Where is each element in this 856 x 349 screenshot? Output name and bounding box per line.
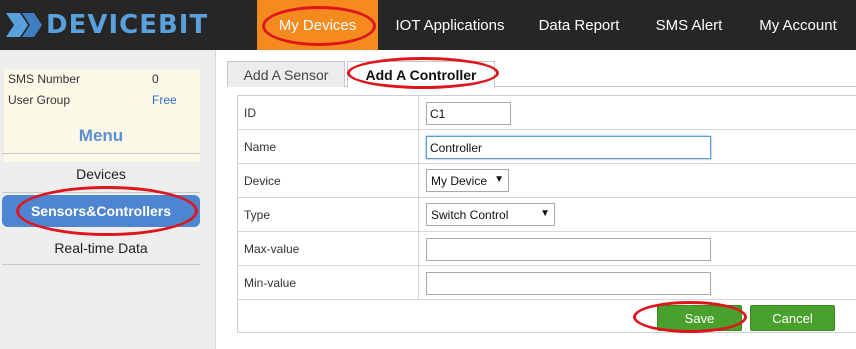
- sidebar-item-realtime-data[interactable]: Real-time Data: [2, 232, 200, 264]
- device-label: Device: [244, 174, 281, 188]
- form-row-device: Device My Device ▼: [238, 164, 856, 198]
- menu-divider: [2, 264, 200, 265]
- top-navigation-bar: DEVICEBIT My Devices IOT Applications Da…: [0, 0, 856, 50]
- logo-mark-icon: [4, 9, 44, 41]
- form-row-name: Name: [238, 130, 856, 164]
- id-input[interactable]: [426, 102, 511, 125]
- menu-divider: [2, 192, 200, 193]
- form-row-min-value: Min-value: [238, 266, 856, 300]
- cancel-button[interactable]: Cancel: [750, 305, 835, 331]
- nav-iot-applications[interactable]: IOT Applications: [380, 0, 520, 50]
- name-input[interactable]: [426, 136, 711, 159]
- form-row-id: ID: [238, 96, 856, 130]
- dropdown-arrow-icon: ▼: [540, 208, 550, 219]
- sms-number-value: 0: [152, 72, 159, 86]
- type-label: Type: [244, 208, 271, 222]
- tab-add-sensor[interactable]: Add A Sensor: [227, 61, 345, 87]
- menu-title: Menu: [78, 126, 124, 145]
- form-row-type: Type Switch Control ▼: [238, 198, 856, 232]
- brand-name: DEVICEBIT: [46, 10, 209, 40]
- sidebar: SMS Number 0 User Group Free Menu Device…: [0, 50, 216, 349]
- nav-my-devices[interactable]: My Devices: [257, 0, 378, 50]
- form-row-max-value: Max-value: [238, 232, 856, 266]
- device-select-value: My Device: [431, 173, 488, 188]
- min-value-label: Min-value: [244, 276, 297, 290]
- nav-sms-alert[interactable]: SMS Alert: [638, 0, 740, 50]
- type-select[interactable]: Switch Control ▼: [426, 203, 555, 226]
- sms-number-row: SMS Number 0: [8, 72, 194, 86]
- nav-my-account[interactable]: My Account: [740, 0, 856, 50]
- max-value-input[interactable]: [426, 238, 711, 261]
- save-button[interactable]: Save: [657, 305, 742, 331]
- id-label: ID: [244, 106, 256, 120]
- nav-data-report[interactable]: Data Report: [520, 0, 638, 50]
- brand-logo[interactable]: DEVICEBIT: [4, 7, 208, 43]
- device-select[interactable]: My Device ▼: [426, 169, 509, 192]
- sidebar-item-sensors-controllers[interactable]: Sensors&Controllers: [2, 195, 200, 227]
- name-label: Name: [244, 140, 277, 154]
- type-select-value: Switch Control: [431, 207, 509, 222]
- sidebar-item-devices[interactable]: Devices: [2, 158, 200, 190]
- menu-divider: [2, 153, 200, 154]
- sms-number-label: SMS Number: [8, 72, 81, 86]
- add-controller-form: ID Name Device My Device ▼ Type Switch C…: [237, 95, 856, 333]
- tab-add-controller[interactable]: Add A Controller: [347, 61, 495, 88]
- user-group-value[interactable]: Free: [152, 93, 177, 107]
- tab-strip: Add A Sensor Add A Controller: [227, 61, 856, 88]
- user-group-row: User Group Free: [8, 93, 194, 107]
- min-value-input[interactable]: [426, 272, 711, 295]
- account-info-box: SMS Number 0 User Group Free: [4, 69, 200, 162]
- user-group-label: User Group: [8, 93, 71, 107]
- dropdown-arrow-icon: ▼: [494, 174, 504, 185]
- max-value-label: Max-value: [244, 242, 300, 256]
